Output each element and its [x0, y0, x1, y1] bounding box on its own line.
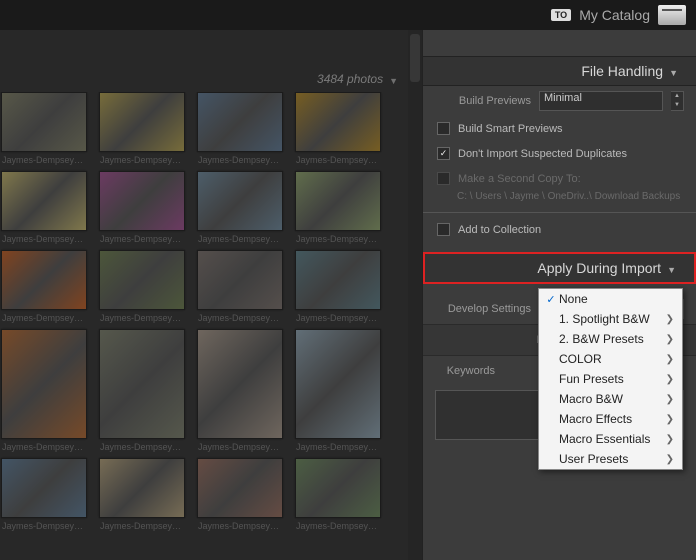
thumbnail-caption: Jaymes-Dempsey-Phot... — [198, 155, 282, 167]
grid-header[interactable]: 3484 photos ▼ — [0, 30, 422, 92]
thumbnail[interactable]: Jaymes-Dempsey-Phot... — [100, 329, 184, 454]
thumbnail-caption: Jaymes-Dempsey-Phot... — [296, 313, 380, 325]
thumbnail-caption: Jaymes-Dempsey-Phot... — [100, 521, 184, 533]
top-bar: TO My Catalog — [0, 0, 696, 30]
thumbnail[interactable]: Jaymes-Dempsey-Phot... — [2, 458, 86, 533]
thumbnail-caption: Jaymes-Dempsey-Phot... — [100, 442, 184, 454]
grid-scrollbar[interactable] — [408, 30, 422, 560]
chevron-down-icon: ▼ — [667, 265, 676, 275]
second-copy-row[interactable]: Make a Second Copy To: — [423, 166, 696, 191]
file-handling-header[interactable]: File Handling▼ — [423, 56, 696, 86]
build-previews-row: Build Previews Minimal ▲▼ — [423, 86, 696, 116]
chevron-right-icon: ❯ — [666, 414, 674, 425]
thumbnail-caption: Jaymes-Dempsey-Phot... — [198, 521, 282, 533]
thumbnail[interactable]: Jaymes-Dempsey-Phot... — [2, 92, 86, 167]
thumbnail[interactable]: Jaymes-Dempsey-Phot... — [198, 250, 282, 325]
thumbnail-caption: Jaymes-Dempsey-Phot... — [2, 313, 86, 325]
dropdown-item[interactable]: Macro Essentials❯ — [539, 429, 682, 449]
second-copy-path: C: \ Users \ Jayme \ OneDriv..\ Download… — [423, 191, 696, 208]
thumbnail-caption: Jaymes-Dempsey-Phot... — [100, 234, 184, 246]
catalog-name: My Catalog — [579, 7, 650, 23]
thumbnail[interactable]: Jaymes-Dempsey-Phot... — [296, 329, 380, 454]
thumbnail-caption: Jaymes-Dempsey-Phot... — [296, 442, 380, 454]
dropdown-item[interactable]: Macro Effects❯ — [539, 409, 682, 429]
build-previews-label: Build Previews — [435, 95, 531, 107]
thumbnail[interactable]: Jaymes-Dempsey-Phot... — [198, 92, 282, 167]
thumbnail[interactable]: Jaymes-Dempsey-Phot... — [198, 329, 282, 454]
thumbnail[interactable]: Jaymes-Dempsey-Phot... — [2, 171, 86, 246]
chevron-right-icon: ❯ — [666, 394, 674, 405]
add-to-collection-row[interactable]: Add to Collection — [423, 217, 696, 242]
thumbnail-caption: Jaymes-Dempsey-Phot... — [100, 313, 184, 325]
thumbnail[interactable]: Jaymes-Dempsey-Phot... — [198, 458, 282, 533]
chevron-right-icon: ❯ — [666, 354, 674, 365]
photo-count: 3484 photos — [317, 72, 383, 86]
thumbnail[interactable]: Jaymes-Dempsey-Phot... — [296, 458, 380, 533]
build-previews-stepper[interactable]: ▲▼ — [671, 91, 684, 111]
apply-during-import-header[interactable]: Apply During Import▼ — [423, 252, 696, 284]
thumbnail[interactable]: Jaymes-Dempsey-Phot... — [296, 92, 380, 167]
thumbnail[interactable]: Jaymes-Dempsey-Phot... — [296, 250, 380, 325]
thumbnail[interactable]: Jaymes-Dempsey-Phot... — [2, 250, 86, 325]
thumbnail[interactable]: Jaymes-Dempsey-Phot... — [100, 458, 184, 533]
checkbox-icon[interactable]: ✓ — [437, 147, 450, 160]
chevron-right-icon: ❯ — [666, 374, 674, 385]
build-previews-select[interactable]: Minimal — [539, 91, 663, 111]
thumbnail-caption: Jaymes-Dempsey-Phot... — [198, 234, 282, 246]
thumbnail-caption: Jaymes-Dempsey-Phot... — [296, 521, 380, 533]
chevron-down-icon: ▼ — [669, 68, 678, 78]
chevron-right-icon: ❯ — [666, 454, 674, 465]
thumbnail[interactable]: Jaymes-Dempsey-Phot... — [198, 171, 282, 246]
thumbnail-caption: Jaymes-Dempsey-Phot... — [2, 521, 86, 533]
thumbnail-caption: Jaymes-Dempsey-Phot... — [296, 155, 380, 167]
thumbnail-caption: Jaymes-Dempsey-Phot... — [2, 234, 86, 246]
thumbnail-caption: Jaymes-Dempsey-Phot... — [198, 442, 282, 454]
dropdown-item[interactable]: 2. B&W Presets❯ — [539, 329, 682, 349]
chevron-down-icon: ▼ — [389, 76, 398, 86]
thumbnail[interactable]: Jaymes-Dempsey-Phot... — [100, 171, 184, 246]
chevron-right-icon: ❯ — [666, 334, 674, 345]
dropdown-item[interactable]: Macro B&W❯ — [539, 389, 682, 409]
thumbnail[interactable]: Jaymes-Dempsey-Phot... — [2, 329, 86, 454]
dont-import-duplicates-row[interactable]: ✓ Don't Import Suspected Duplicates — [423, 141, 696, 166]
dropdown-item-none[interactable]: ✓ None — [539, 289, 682, 309]
thumbnail[interactable]: Jaymes-Dempsey-Phot... — [100, 250, 184, 325]
to-badge: TO — [551, 9, 571, 21]
checkbox-icon[interactable] — [437, 172, 450, 185]
dropdown-item[interactable]: 1. Spotlight B&W❯ — [539, 309, 682, 329]
chevron-right-icon: ❯ — [666, 434, 674, 445]
dropdown-item[interactable]: User Presets❯ — [539, 449, 682, 469]
thumbnail-caption: Jaymes-Dempsey-Phot... — [198, 313, 282, 325]
checkbox-icon[interactable] — [437, 122, 450, 135]
develop-settings-dropdown[interactable]: ✓ None 1. Spotlight B&W❯2. B&W Presets❯C… — [538, 288, 683, 470]
disk-icon[interactable] — [658, 5, 686, 25]
check-icon: ✓ — [543, 293, 559, 306]
dropdown-item[interactable]: Fun Presets❯ — [539, 369, 682, 389]
thumbnail[interactable]: Jaymes-Dempsey-Phot... — [296, 171, 380, 246]
dropdown-item[interactable]: COLOR❯ — [539, 349, 682, 369]
thumbnail-caption: Jaymes-Dempsey-Phot... — [100, 155, 184, 167]
thumbnail-grid: 3484 photos ▼ Jaymes-Dempsey-Phot... Jaym… — [0, 30, 423, 560]
thumbnail-caption: Jaymes-Dempsey-Phot... — [296, 234, 380, 246]
thumbnail-caption: Jaymes-Dempsey-Phot... — [2, 155, 86, 167]
thumbnail-caption: Jaymes-Dempsey-Phot... — [2, 442, 86, 454]
chevron-right-icon: ❯ — [666, 314, 674, 325]
thumbnail[interactable]: Jaymes-Dempsey-Phot... — [100, 92, 184, 167]
checkbox-icon[interactable] — [437, 223, 450, 236]
smart-previews-row[interactable]: Build Smart Previews — [423, 116, 696, 141]
